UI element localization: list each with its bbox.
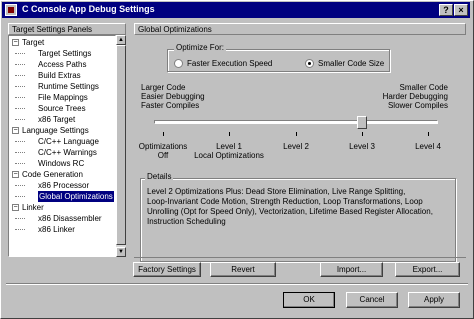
tree-expand-toggle-icon[interactable]: − <box>12 127 19 134</box>
tree-connector <box>15 152 25 154</box>
radio-faster-execution[interactable] <box>174 59 183 68</box>
tree-connector <box>15 53 25 55</box>
tree-connector <box>15 196 25 198</box>
tree-item[interactable]: C/C++ Warnings <box>38 147 97 158</box>
tree-connector <box>15 218 25 220</box>
title-bar[interactable]: C Console App Debug Settings ? × <box>2 2 470 18</box>
tree-expand-toggle-icon[interactable]: − <box>12 171 19 178</box>
tree-item[interactable]: Runtime Settings <box>38 81 99 92</box>
tree-connector <box>15 75 25 77</box>
slider-tick <box>229 132 230 136</box>
tree-expand-toggle-icon[interactable]: − <box>12 204 19 211</box>
slider-tick <box>362 132 363 136</box>
tree-connector <box>15 108 25 110</box>
left-desc-1: Larger Code <box>141 83 186 92</box>
tree-group[interactable]: Target <box>22 37 44 48</box>
slider-level-label: Level 4 <box>415 142 441 151</box>
tree-item[interactable]: Source Trees <box>38 103 86 114</box>
tree-connector <box>15 163 25 165</box>
tree-item[interactable]: x86 Disassembler <box>38 213 102 224</box>
slider-tick <box>296 132 297 136</box>
settings-tree[interactable]: − Target Target Settings Access Paths Build … <box>8 35 116 257</box>
optimization-slider-thumb[interactable] <box>357 116 367 129</box>
tree-item[interactable]: Target Settings <box>38 48 91 59</box>
right-desc-3: Slower Compiles <box>387 101 448 110</box>
tree-item[interactable]: x86 Linker <box>38 224 75 235</box>
details-line-2: Loop-Invariant Code Motion, Strength Red… <box>147 197 423 206</box>
panel-header: Global Optimizations <box>134 23 466 35</box>
tree-connector <box>15 229 25 231</box>
slider-tick <box>163 132 164 136</box>
tree-group[interactable]: Code Generation <box>22 169 83 180</box>
scroll-down-arrow-icon[interactable]: ▼ <box>116 247 126 257</box>
tree-connector <box>15 86 25 88</box>
tree-connector <box>15 97 25 99</box>
right-desc-1: Smaller Code <box>399 83 448 92</box>
close-button[interactable]: × <box>454 4 468 16</box>
radio-smaller-code[interactable] <box>305 59 314 68</box>
right-desc-2: Harder Debugging <box>382 92 448 101</box>
cancel-button[interactable]: Cancel <box>346 292 398 308</box>
tree-item[interactable]: C/C++ Language <box>38 136 99 147</box>
separator <box>6 283 468 285</box>
apply-button[interactable]: Apply <box>408 292 460 308</box>
tree-expand-toggle-icon[interactable]: − <box>12 39 19 46</box>
panel-divider <box>134 257 466 258</box>
details-line-1: Level 2 Optimizations Plus: Dead Store E… <box>147 187 406 196</box>
import-button[interactable]: Import... <box>320 262 383 277</box>
panels-header: Target Settings Panels <box>8 23 126 35</box>
tree-group[interactable]: Linker <box>22 202 44 213</box>
tree-item[interactable]: File Mappings <box>38 92 88 103</box>
slider-tick <box>428 132 429 136</box>
tree-item[interactable]: Build Extras <box>38 70 81 81</box>
revert-button[interactable]: Revert <box>210 262 276 277</box>
tree-item[interactable]: Access Paths <box>38 59 86 70</box>
window-title: C Console App Debug Settings <box>22 4 155 14</box>
tree-item[interactable]: x86 Target <box>38 114 75 125</box>
tree-item[interactable]: x86 Processor <box>38 180 89 191</box>
factory-settings-button[interactable]: Factory Settings <box>133 262 201 277</box>
tree-group[interactable]: Language Settings <box>22 125 89 136</box>
ok-button[interactable]: OK <box>283 292 335 308</box>
left-desc-2: Easier Debugging <box>141 92 205 101</box>
scroll-up-arrow-icon[interactable]: ▲ <box>116 35 126 45</box>
tree-connector <box>15 64 25 66</box>
radio-smaller-code-label[interactable]: Smaller Code Size <box>318 59 384 68</box>
export-button[interactable]: Export... <box>395 262 460 277</box>
tree-item[interactable]: Windows RC <box>38 158 84 169</box>
optimization-slider-track[interactable] <box>154 120 438 124</box>
tree-connector <box>15 119 25 121</box>
details-label: Details <box>145 172 174 181</box>
tree-connector <box>15 141 25 143</box>
details-line-3: Unrolling (Opt for Speed Only), Vectoriz… <box>147 207 433 216</box>
help-button[interactable]: ? <box>439 4 453 16</box>
slider-level-label: Local Optimizations <box>194 151 264 160</box>
left-desc-3: Faster Compiles <box>141 101 200 110</box>
radio-faster-execution-label[interactable]: Faster Execution Speed <box>187 59 272 68</box>
tree-item[interactable]: Global Optimizations <box>38 191 114 202</box>
optimize-for-label: Optimize For: <box>174 43 227 52</box>
tree-connector <box>15 185 25 187</box>
details-line-4: Instruction Scheduling <box>147 217 226 226</box>
app-icon <box>5 4 17 16</box>
